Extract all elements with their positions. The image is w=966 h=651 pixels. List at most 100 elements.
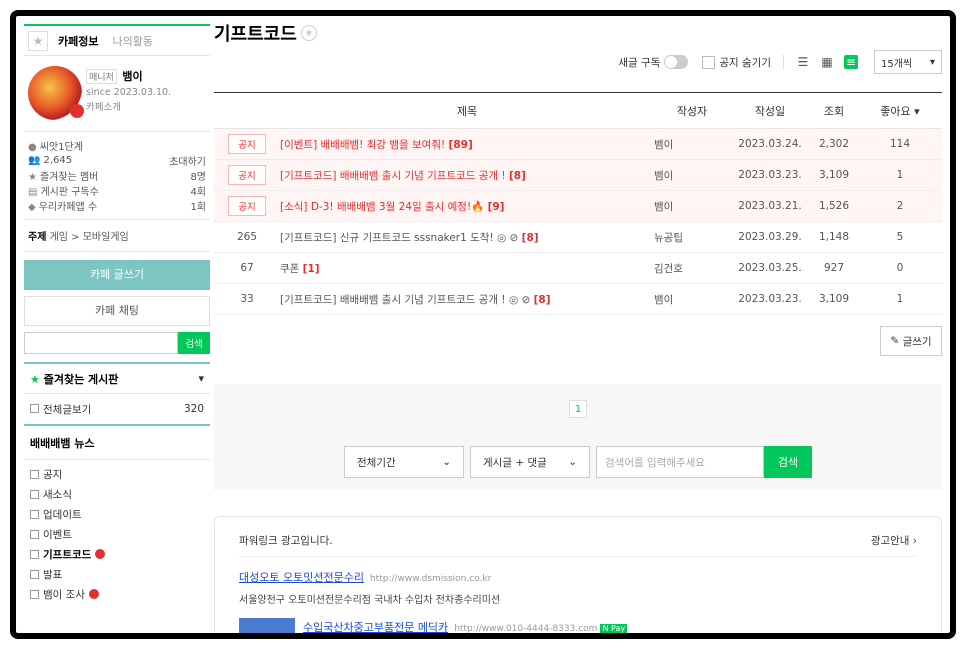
favorite-star-icon[interactable]: ★	[300, 25, 317, 41]
comment-count[interactable]: [8]	[534, 294, 551, 306]
scope-select[interactable]: 게시글 + 댓글 ⌄	[470, 446, 590, 478]
board-search-input[interactable]: 검색어를 입력해주세요	[596, 446, 764, 478]
tab-cafe-info[interactable]: 카페정보	[58, 33, 98, 49]
tab-my-activity[interactable]: 나의활동	[112, 33, 152, 49]
board-label: 이벤트	[43, 528, 72, 541]
page-number[interactable]: 1	[569, 400, 587, 418]
topic-value[interactable]: 게임 > 모바일게임	[50, 232, 129, 243]
board-item-news[interactable]: 새소식	[30, 484, 204, 504]
post-title-link[interactable]: 쿠폰	[280, 263, 299, 275]
subscribe-toggle[interactable]	[664, 55, 689, 69]
invite-link[interactable]: 초대하기	[169, 153, 206, 168]
per-page-select[interactable]: 15개씩 ▾	[874, 50, 942, 74]
cafe-search-input[interactable]	[24, 332, 178, 354]
chevron-down-icon: ⌄	[568, 456, 577, 468]
period-select[interactable]: 전체기간 ⌄	[344, 446, 464, 478]
pagination: 1	[214, 384, 942, 434]
comment-count[interactable]: [8]	[522, 232, 539, 244]
board-item-event[interactable]: 이벤트	[30, 524, 204, 544]
board-icon	[30, 509, 39, 519]
notice-tag: 공지	[228, 165, 266, 185]
member-count[interactable]: 2,645	[43, 155, 72, 166]
cafe-intro-link[interactable]: 카페소개	[86, 101, 171, 114]
post-author[interactable]: 김건호	[654, 252, 730, 284]
write-button[interactable]: ✎ 글쓰기	[880, 326, 942, 356]
post-views: 927	[810, 252, 858, 284]
post-title-link[interactable]: [기프트코드] 배배배뱀 출시 기념 기프트코드 공개 !	[280, 170, 506, 182]
comment-count[interactable]: [89]	[449, 139, 473, 151]
comment-count[interactable]: [8]	[509, 170, 526, 182]
board-search-bar: 전체기간 ⌄ 게시글 + 댓글 ⌄ 검색어를 입력해주세요 검색	[214, 434, 942, 490]
notice-tag: 공지	[228, 196, 266, 216]
post-likes: 2	[858, 190, 942, 222]
since-date: since 2023.03.10.	[86, 87, 172, 98]
chevron-down-icon: ▾	[929, 56, 935, 68]
board-item-announce[interactable]: 발표	[30, 564, 204, 584]
page-title: 기프트코드 ★	[214, 20, 942, 46]
board-item-giftcode[interactable]: 기프트코드	[30, 544, 204, 564]
ad-url: http://www.dsmission.co.kr	[369, 574, 492, 584]
post-views: 2,302	[810, 128, 858, 160]
comment-count[interactable]: [9]	[488, 201, 505, 213]
cafe-chat-button[interactable]: 카페 채팅	[24, 296, 210, 326]
ad-link[interactable]: 수입국산차중고부품전문 메딕카	[303, 621, 448, 633]
post-author[interactable]: 뱀이	[654, 283, 730, 315]
hide-notice-checkbox[interactable]	[702, 55, 716, 69]
comment-count[interactable]: [1]	[303, 263, 320, 275]
fav-boards-label: 즐겨찾는 게시판	[43, 372, 119, 386]
table-row[interactable]: 67 쿠폰 [1] 김건호 2023.03.25. 927 0	[214, 252, 942, 284]
cafe-search-button[interactable]: 검색	[178, 332, 210, 354]
post-likes: 0	[858, 252, 942, 284]
table-row[interactable]: 265 [기프트코드] 신규 기프트코드 sssnaker1 도착! ◎ ⊘ [8…	[214, 221, 942, 253]
table-row[interactable]: 공지 [소식] D-3! 배배배뱀 3월 24일 출시 예정!🔥 [9] 뱀이 202…	[214, 190, 942, 222]
post-author[interactable]: 뉴공팁	[654, 221, 730, 253]
chevron-down-icon[interactable]: ▾	[198, 372, 204, 385]
board-icon: ▤	[28, 187, 38, 198]
npay-badge: N Pay	[600, 624, 628, 633]
board-item-notice[interactable]: 공지	[30, 464, 204, 484]
manager-name[interactable]: 뱀이	[122, 70, 142, 83]
post-views: 1,148	[810, 221, 858, 253]
grid-view-icon[interactable]: ▦	[820, 55, 834, 69]
table-row[interactable]: 공지 [이벤트] 배배배뱀! 최강 뱀을 보여줘! [89] 뱀이 2023.03.2…	[214, 128, 942, 160]
ad-thumbnail[interactable]	[239, 618, 295, 633]
post-views: 1,526	[810, 190, 858, 222]
list-view-icon[interactable]: ☰	[796, 55, 810, 69]
board-search-button[interactable]: 검색	[764, 446, 812, 478]
hide-notice-label[interactable]: 공지 숨기기	[719, 55, 771, 70]
cafe-write-button[interactable]: 카페 글쓰기	[24, 260, 210, 290]
avatar[interactable]	[28, 66, 84, 120]
new-badge-icon	[88, 589, 99, 599]
board-icon	[30, 549, 39, 559]
post-title-link[interactable]: [기프트코드] 신규 기프트코드 sssnaker1 도착! ◎ ⊘	[280, 232, 518, 244]
stat-label: 게시판 구독수	[40, 187, 99, 198]
ad-link[interactable]: 대성오토 오토밋션전문수리	[239, 571, 364, 584]
post-date: 2023.03.21.	[730, 190, 810, 222]
card-view-icon[interactable]: ≡	[844, 55, 858, 69]
post-author[interactable]: 뱀이	[654, 128, 730, 160]
subscribe-label: 새글 구독	[618, 56, 661, 69]
post-title-link[interactable]: [소식] D-3! 배배배뱀 3월 24일 출시 예정!🔥	[280, 201, 484, 213]
post-author[interactable]: 뱀이	[654, 159, 730, 191]
board-label: 공지	[43, 468, 63, 481]
board-icon	[30, 529, 39, 539]
board-icon	[30, 469, 39, 479]
ad-guide-link[interactable]: 광고안내 ›	[871, 533, 917, 548]
table-row[interactable]: 공지 [기프트코드] 배배배뱀 출시 기념 기프트코드 공개 ! [8] 뱀이 202…	[214, 159, 942, 191]
board-item-update[interactable]: 업데이트	[30, 504, 204, 524]
post-number: 33	[214, 283, 280, 315]
table-row[interactable]: 33 [기프트코드] 배배배뱀 출시 기념 기프트코드 공개 ! ◎ ⊘ [8] 뱀…	[214, 283, 942, 315]
app-frame: ★ 카페정보 나의활동 매니저 뱀이 since 2023.03.10. 카페소…	[12, 12, 954, 637]
per-page-value: 15개씩	[881, 58, 913, 70]
board-label: 기프트코드	[43, 548, 92, 561]
col-likes[interactable]: 좋아요 ▾	[858, 92, 942, 129]
board-item-survey[interactable]: 뱀이 조사	[30, 584, 204, 604]
post-author[interactable]: 뱀이	[654, 190, 730, 222]
post-title-link[interactable]: [이벤트] 배배배뱀! 최강 뱀을 보여줘!	[280, 139, 445, 151]
all-posts-link[interactable]: 전체글보기 320	[24, 394, 210, 426]
star-icon[interactable]: ★	[28, 30, 48, 51]
fav-boards-header[interactable]: ★ 즐겨찾는 게시판 ▾	[24, 362, 210, 394]
post-date: 2023.03.29.	[730, 221, 810, 253]
level-label[interactable]: 씨앗1단계	[40, 142, 83, 153]
post-title-link[interactable]: [기프트코드] 배배배뱀 출시 기념 기프트코드 공개 ! ◎ ⊘	[280, 294, 530, 306]
